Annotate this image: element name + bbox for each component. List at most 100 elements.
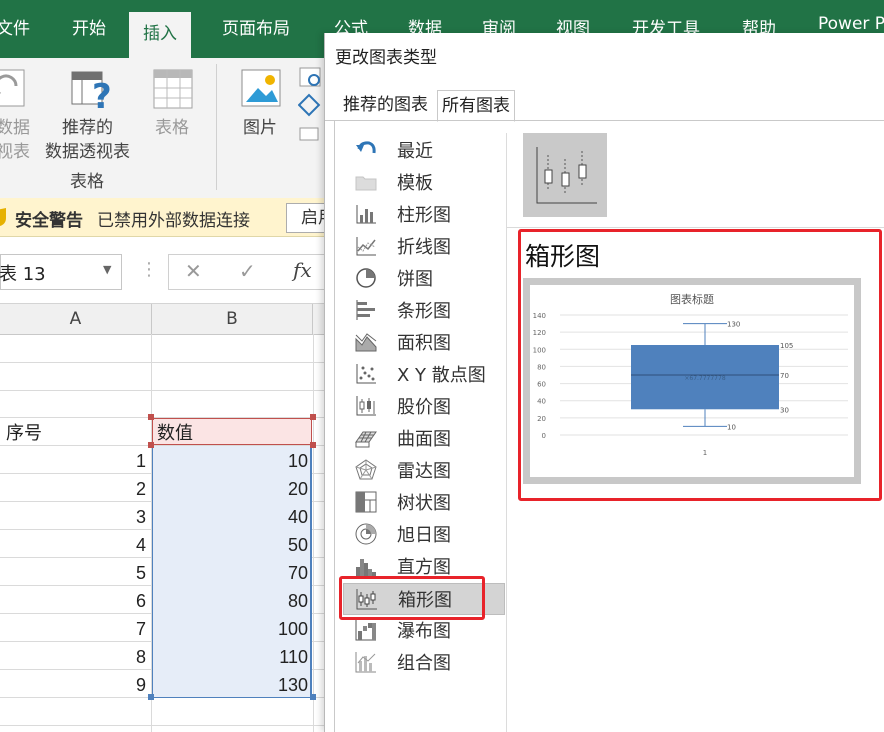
undo-arrow-icon: [356, 141, 376, 154]
nav-item-pie[interactable]: 饼图: [343, 263, 503, 293]
selection-handle[interactable]: [148, 442, 154, 448]
pivot-table-label-2: 视表: [0, 142, 30, 162]
cell-b-4[interactable]: 50: [288, 535, 308, 556]
security-warning-title: 安全警告: [15, 211, 83, 231]
cell-b-7[interactable]: 100: [278, 619, 308, 640]
selection-handle[interactable]: [310, 442, 316, 448]
cell-a-8[interactable]: 8: [136, 647, 146, 668]
nav-item-recent[interactable]: 最近: [343, 135, 503, 165]
nav-divider: [506, 133, 507, 732]
cell-a-3[interactable]: 3: [136, 507, 146, 528]
nav-label: 最近: [397, 141, 433, 162]
cell-a-6[interactable]: 6: [136, 591, 146, 612]
recommended-pivot-icon[interactable]: ?: [70, 68, 118, 117]
selection-handle[interactable]: [310, 694, 316, 700]
preview-divider: [507, 227, 884, 228]
treemap-chart-icon: [355, 491, 377, 513]
selection-handle[interactable]: [310, 414, 316, 420]
nav-item-area[interactable]: 面积图: [343, 327, 503, 357]
nav-label: 面积图: [397, 333, 451, 354]
formula-buttons: ✕ ✓ fx: [168, 254, 330, 290]
nav-label: 条形图: [397, 301, 451, 322]
cell-b-3[interactable]: 40: [288, 507, 308, 528]
tab-recommended-charts[interactable]: 推荐的图表: [339, 90, 432, 120]
change-chart-type-dialog: 更改图表类型 推荐的图表 所有图表 最近 模板 柱形图 折线图 饼图 条形图 面…: [324, 33, 884, 732]
nav-label: X Y 散点图: [397, 365, 486, 386]
nav-item-combo[interactable]: 组合图: [343, 647, 503, 677]
picture-icon[interactable]: [240, 68, 284, 112]
cell-b-9[interactable]: 130: [278, 675, 308, 696]
recommended-pivot-label-2[interactable]: 数据透视表: [45, 140, 130, 164]
column-header-a[interactable]: A: [0, 304, 152, 335]
waterfall-chart-icon: [355, 620, 376, 641]
cell-a-5[interactable]: 5: [136, 563, 146, 584]
name-box-value: 表 13: [0, 264, 46, 285]
cell-a-2[interactable]: 2: [136, 479, 146, 500]
nav-label: 股价图: [397, 397, 451, 418]
nav-item-line[interactable]: 折线图: [343, 231, 503, 261]
bar-chart-icon: [356, 300, 375, 320]
illustrations-small-icons[interactable]: [297, 66, 322, 146]
cell-a-7[interactable]: 7: [136, 619, 146, 640]
stock-chart-icon: [356, 396, 376, 416]
nav-item-stock[interactable]: 股价图: [343, 391, 503, 421]
cell-b-2[interactable]: 20: [288, 479, 308, 500]
nav-selection-highlight: [339, 576, 485, 620]
cell-a-1[interactable]: 1: [136, 451, 146, 472]
nav-item-treemap[interactable]: 树状图: [343, 487, 503, 517]
picture-label[interactable]: 图片: [243, 116, 277, 140]
dialog-tab-underline: [325, 120, 884, 121]
tab-all-charts[interactable]: 所有图表: [437, 90, 515, 122]
nav-item-sunburst[interactable]: 旭日图: [343, 519, 503, 549]
radar-chart-icon: [355, 459, 377, 480]
pivot-table-label-1: 数据: [0, 118, 30, 138]
cell-b-1[interactable]: 10: [288, 451, 308, 472]
nav-item-surface[interactable]: 曲面图: [343, 423, 503, 453]
cancel-entry-icon[interactable]: ✕: [185, 259, 202, 283]
recommended-pivot-label-1[interactable]: 推荐的: [62, 116, 113, 140]
dialog-title: 更改图表类型: [335, 48, 437, 68]
chevron-down-icon[interactable]: ▼: [103, 263, 111, 276]
nav-label: 树状图: [397, 493, 451, 514]
nav-item-bar[interactable]: 条形图: [343, 295, 503, 325]
nav-item-scatter[interactable]: X Y 散点图: [343, 359, 503, 389]
table-icon[interactable]: [152, 68, 194, 112]
tab-insert[interactable]: 插入: [129, 12, 191, 58]
security-warning-message: 已禁用外部数据连接: [97, 211, 250, 231]
more-dots-icon: ⋮: [140, 259, 158, 280]
insert-function-icon[interactable]: fx: [293, 258, 312, 282]
cell-header-index[interactable]: 序号: [6, 419, 42, 445]
tab-page-layout[interactable]: 页面布局: [222, 14, 290, 39]
nav-item-templates[interactable]: 模板: [343, 167, 503, 197]
nav-item-radar[interactable]: 雷达图: [343, 455, 503, 485]
nav-label: 饼图: [397, 269, 433, 290]
tab-power-pivot[interactable]: Power Pivot: [818, 14, 884, 34]
grid-line: [313, 334, 314, 732]
column-header-b[interactable]: B: [152, 304, 313, 335]
nav-item-column[interactable]: 柱形图: [343, 199, 503, 229]
box-whisker-thumbnail-icon: [536, 147, 597, 204]
cell-b-8[interactable]: 110: [279, 647, 308, 668]
table-label[interactable]: 表格: [155, 116, 189, 140]
scatter-chart-icon: [356, 364, 376, 384]
ribbon-separator: [216, 64, 217, 190]
pivot-table-icon[interactable]: [0, 68, 26, 110]
dialog-content-border: [334, 121, 335, 732]
selection-handle[interactable]: [148, 414, 154, 420]
cell-a-9[interactable]: 9: [136, 675, 146, 696]
selection-handle[interactable]: [148, 694, 154, 700]
tab-file[interactable]: 文件: [0, 14, 30, 39]
name-box[interactable]: 表 13 ▼: [0, 254, 122, 290]
cell-header-value[interactable]: 数值: [157, 419, 193, 445]
subtype-thumbnail-box-whisker[interactable]: [523, 133, 607, 217]
column-chart-icon: [356, 205, 376, 224]
cell-a-4[interactable]: 4: [136, 535, 146, 556]
tab-home[interactable]: 开始: [72, 14, 106, 39]
cell-b-6[interactable]: 80: [288, 591, 308, 612]
nav-label: 柱形图: [397, 205, 451, 226]
cell-b-5[interactable]: 70: [288, 563, 308, 584]
grid-line: [0, 725, 324, 726]
grid-line: [0, 390, 324, 391]
confirm-entry-icon[interactable]: ✓: [239, 259, 256, 283]
surface-chart-icon: [355, 431, 377, 448]
